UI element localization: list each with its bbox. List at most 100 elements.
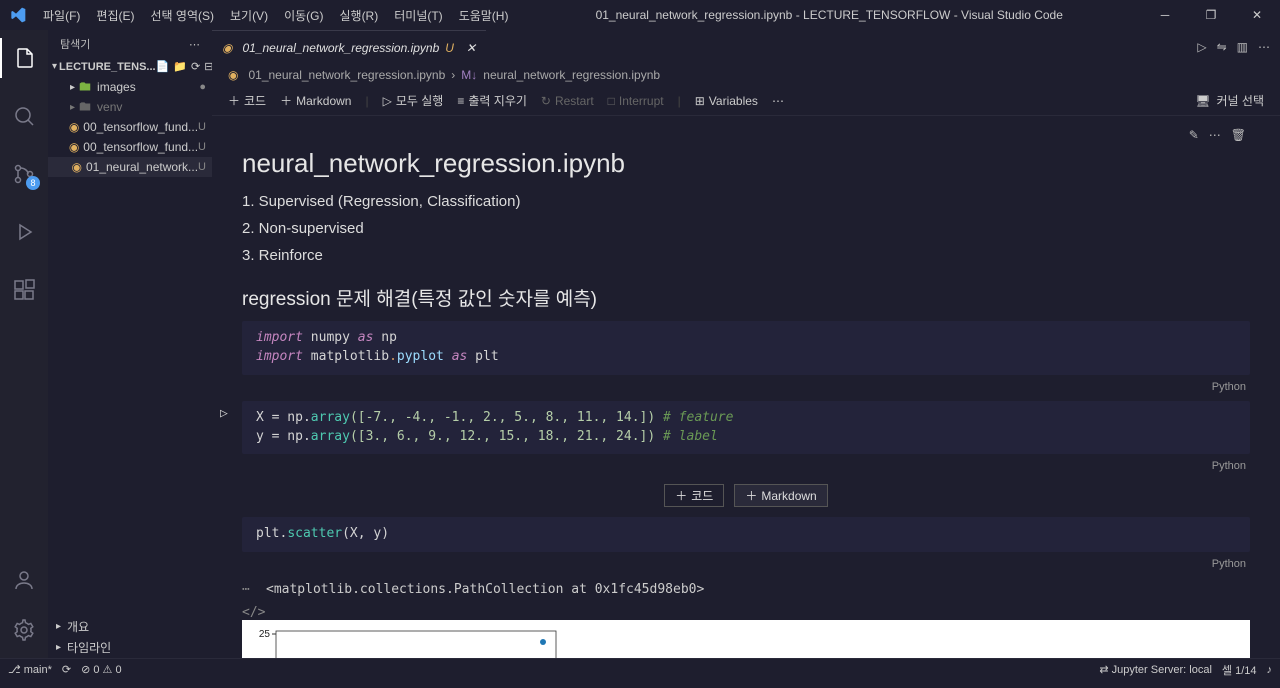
tree-folder-images[interactable]: ▸images●: [48, 77, 212, 97]
status-problems[interactable]: ⊘ 0 ⚠ 0: [81, 663, 121, 676]
jupyter-icon: ◉: [228, 68, 238, 82]
kernel-indicator-icon: 🖥: [1195, 94, 1210, 108]
status-branch[interactable]: ⎇ main*: [8, 663, 52, 676]
editor-area: ◉ 01_neural_network_regression.ipynb U ✕…: [212, 30, 1280, 658]
delete-icon[interactable]: 🗑: [1231, 128, 1246, 142]
code-cell-3[interactable]: plt.scatter(X, y): [242, 517, 1250, 552]
timeline-item[interactable]: ▸타임라인: [48, 637, 212, 658]
debug-icon[interactable]: [0, 212, 48, 252]
add-markdown-button[interactable]: ＋ Markdown: [280, 92, 351, 109]
breadcrumb-file[interactable]: 01_neural_network_regression.ipynb: [248, 68, 445, 82]
variables-button[interactable]: ⊞ Variables: [695, 94, 758, 108]
status-cell-pos[interactable]: 셀 1/14: [1222, 662, 1257, 678]
run-icon[interactable]: ▷: [1197, 40, 1206, 54]
chevron-down-icon: ▾: [52, 61, 57, 72]
menu-run[interactable]: 실행(R): [331, 3, 386, 28]
md-subheading: regression 문제 해결(특정 값인 숫자를 예측): [242, 284, 1250, 311]
search-icon[interactable]: [0, 96, 48, 136]
explorer-icon[interactable]: [0, 38, 48, 78]
md-line: 1. Supervised (Regression, Classificatio…: [242, 193, 1250, 210]
code-cell-1[interactable]: import numpy as np import matplotlib.pyp…: [242, 321, 1250, 375]
output-code-marker: </>: [242, 601, 1250, 620]
folder-header[interactable]: ▾ LECTURE_TENS... 📄 📁 ⟳ ⊟: [48, 58, 212, 75]
menu-file[interactable]: 파일(F): [35, 3, 88, 28]
tab-notebook[interactable]: ◉ 01_neural_network_regression.ipynb U ✕: [212, 30, 486, 64]
cell-lang: Python: [242, 458, 1250, 480]
clear-output-button[interactable]: ≡ 출력 지우기: [457, 92, 527, 109]
status-bar: ⎇ main* ⟳ ⊘ 0 ⚠ 0 ⇄ Jupyter Server: loca…: [0, 658, 1280, 680]
menu-selection[interactable]: 선택 영역(S): [142, 3, 222, 28]
nb-toolbar: ＋ 코드 ＋ Markdown | ▷ 모두 실행 ≡ 출력 지우기 ↻ Res…: [212, 86, 1280, 116]
account-icon[interactable]: [0, 560, 48, 600]
scm-badge: 8: [26, 176, 40, 190]
breadcrumb-section[interactable]: neural_network_regression.ipynb: [483, 68, 660, 82]
kernel-select-button[interactable]: 커널 선택: [1217, 92, 1265, 109]
new-file-icon[interactable]: 📄: [156, 60, 170, 73]
outline-item[interactable]: ▸개요: [48, 616, 212, 637]
maximize-button[interactable]: ❐: [1188, 0, 1234, 30]
window-title: 01_neural_network_regression.ipynb - LEC…: [516, 8, 1142, 22]
scm-icon[interactable]: 8: [0, 154, 48, 194]
status-bell-icon[interactable]: ♪: [1267, 664, 1273, 676]
scatter-chart: 25 20 15: [242, 620, 1250, 658]
inline-add-markdown[interactable]: ＋ Markdown: [734, 484, 827, 507]
sidebar-footer: ▸개요 ▸타임라인: [48, 616, 212, 658]
code-marker-icon: </>: [242, 605, 266, 620]
extensions-icon[interactable]: [0, 270, 48, 310]
menu-bar: 파일(F) 편집(E) 선택 영역(S) 보기(V) 이동(G) 실행(R) 터…: [35, 3, 516, 28]
tree-file-nb0b[interactable]: ◉00_tensorflow_fund...U: [48, 137, 212, 157]
menu-terminal[interactable]: 터미널(T): [386, 3, 450, 28]
cell-action-bar: ✎ ⋯ 🗑: [242, 126, 1250, 144]
new-folder-icon[interactable]: 📁: [173, 60, 187, 73]
sidebar: 탐색기 ⋯ ▾ LECTURE_TENS... 📄 📁 ⟳ ⊟ ▸images●…: [48, 30, 212, 658]
md-line: 3. Reinforce: [242, 247, 1250, 264]
svg-text:25: 25: [259, 629, 271, 640]
tree-file-nb1[interactable]: ◉01_neural_network...U: [48, 157, 212, 177]
refresh-icon[interactable]: ⟳: [191, 60, 200, 73]
run-all-button[interactable]: ▷ 모두 실행: [383, 92, 444, 109]
sidebar-more-icon[interactable]: ⋯: [189, 38, 200, 51]
tab-close-icon[interactable]: ✕: [466, 41, 476, 55]
cell-more-icon[interactable]: ⋯: [1209, 128, 1221, 142]
menu-go[interactable]: 이동(G): [276, 3, 331, 28]
close-button[interactable]: ✕: [1234, 0, 1280, 30]
output-marker: ⋯: [242, 582, 266, 597]
editor-more-icon[interactable]: ⋯: [1258, 40, 1270, 54]
menu-view[interactable]: 보기(V): [222, 3, 276, 28]
output-text: ⋯ <matplotlib.collections.PathCollection…: [242, 578, 1250, 601]
run-cell-icon[interactable]: ▷: [220, 405, 228, 424]
sidebar-header: 탐색기 ⋯: [48, 30, 212, 58]
markdown-cell[interactable]: neural_network_regression.ipynb 1. Super…: [242, 148, 1250, 311]
restart-button[interactable]: ↻ Restart: [541, 94, 594, 108]
menu-edit[interactable]: 편집(E): [88, 3, 142, 28]
cell-lang: Python: [242, 379, 1250, 401]
tab-bar: ◉ 01_neural_network_regression.ipynb U ✕…: [212, 30, 1280, 64]
diff-icon[interactable]: ⇋: [1217, 40, 1227, 54]
md-line: 2. Non-supervised: [242, 220, 1250, 237]
cell-title: neural_network_regression.ipynb: [242, 148, 1250, 179]
notebook-content[interactable]: ✎ ⋯ 🗑 neural_network_regression.ipynb 1.…: [212, 116, 1280, 658]
add-code-button[interactable]: ＋ 코드: [228, 92, 266, 109]
interrupt-button[interactable]: □ Interrupt: [608, 94, 664, 108]
vscode-icon: [0, 7, 35, 23]
status-server[interactable]: ⇄ Jupyter Server: local: [1099, 663, 1212, 676]
title-bar: 파일(F) 편집(E) 선택 영역(S) 보기(V) 이동(G) 실행(R) 터…: [0, 0, 1280, 30]
window-controls: ─ ❐ ✕: [1142, 0, 1280, 30]
chevron-right-icon: ›: [451, 68, 455, 82]
split-icon[interactable]: ▥: [1237, 40, 1248, 54]
edit-icon[interactable]: ✎: [1189, 128, 1199, 142]
breadcrumb[interactable]: ◉ 01_neural_network_regression.ipynb › M…: [212, 64, 1280, 86]
tab-badge: U: [445, 41, 454, 55]
code-cell-2[interactable]: ▷ X = np.array([-7., -4., -1., 2., 5., 8…: [242, 401, 1250, 455]
settings-icon[interactable]: [0, 610, 48, 650]
sidebar-title: 탐색기: [60, 36, 90, 52]
menu-help[interactable]: 도움말(H): [451, 3, 517, 28]
status-sync-icon[interactable]: ⟳: [62, 663, 71, 676]
tree-file-nb0a[interactable]: ◉00_tensorflow_fund...U: [48, 117, 212, 137]
tree-folder-venv[interactable]: ▸venv: [48, 97, 212, 117]
tab-label: 01_neural_network_regression.ipynb: [242, 41, 439, 55]
toolbar-more-icon[interactable]: ⋯: [772, 94, 784, 108]
minimize-button[interactable]: ─: [1142, 0, 1188, 30]
inline-add-code[interactable]: ＋ 코드: [664, 484, 724, 507]
cell-lang: Python: [242, 556, 1250, 578]
